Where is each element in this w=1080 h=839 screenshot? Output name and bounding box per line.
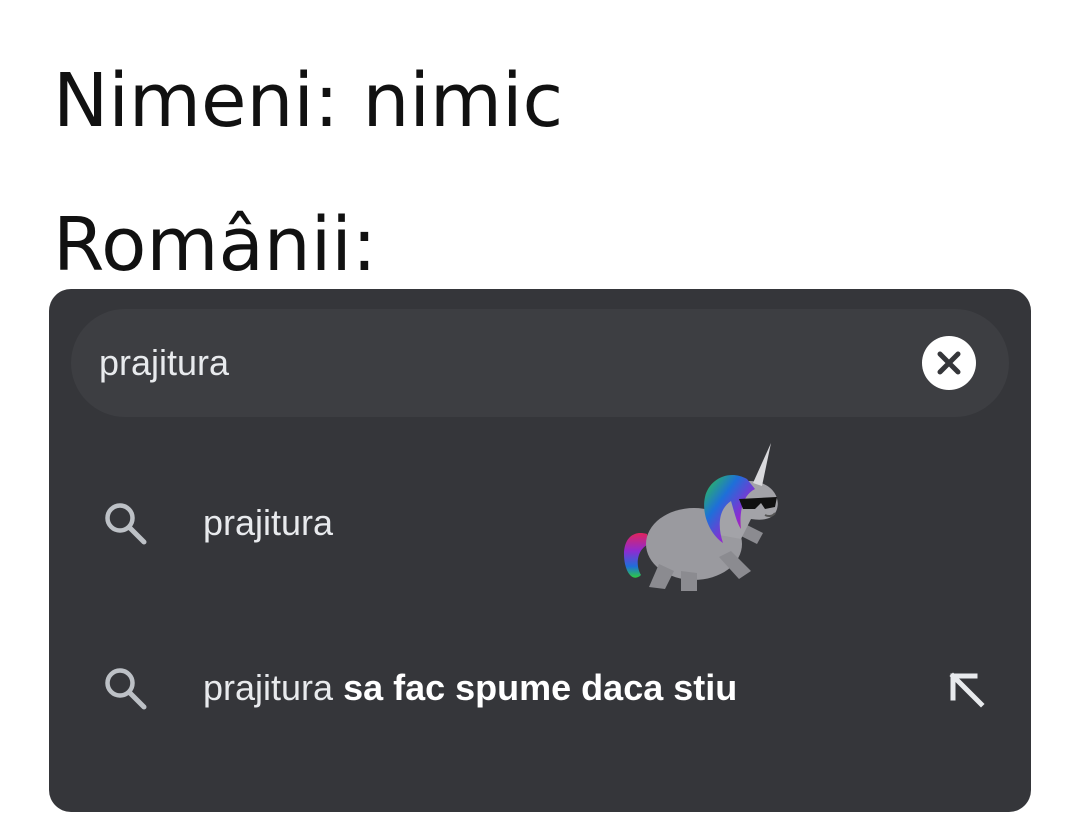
- suggestion-text: prajitura sa fac spume daca stiu: [203, 666, 737, 710]
- suggestion-text: prajitura: [203, 501, 333, 545]
- unicorn-sunglasses-logo: [623, 443, 778, 591]
- fill-query-button[interactable]: [945, 668, 989, 712]
- meme-caption-line-2: Românii:: [53, 202, 377, 288]
- clear-x-icon: [922, 336, 976, 390]
- meme-caption-line-1: Nimeni: nimic: [53, 58, 564, 144]
- search-suggestions-panel: prajitura prajitura sa fac spume daca st…: [49, 289, 1031, 812]
- search-icon: [105, 503, 147, 545]
- suggestion-query: prajitura: [203, 667, 334, 708]
- suggestion-item[interactable]: prajitura sa fac spume daca stiu: [49, 624, 1031, 754]
- suggestion-item[interactable]: prajitura: [49, 459, 1031, 589]
- arrow-up-left-icon: [949, 672, 985, 708]
- search-icon: [105, 668, 147, 710]
- suggestion-query: prajitura: [203, 502, 334, 543]
- search-input[interactable]: [99, 333, 859, 393]
- clear-search-button[interactable]: [921, 335, 977, 391]
- search-bar: [71, 309, 1009, 417]
- suggestion-completion: sa fac spume daca stiu: [333, 667, 738, 708]
